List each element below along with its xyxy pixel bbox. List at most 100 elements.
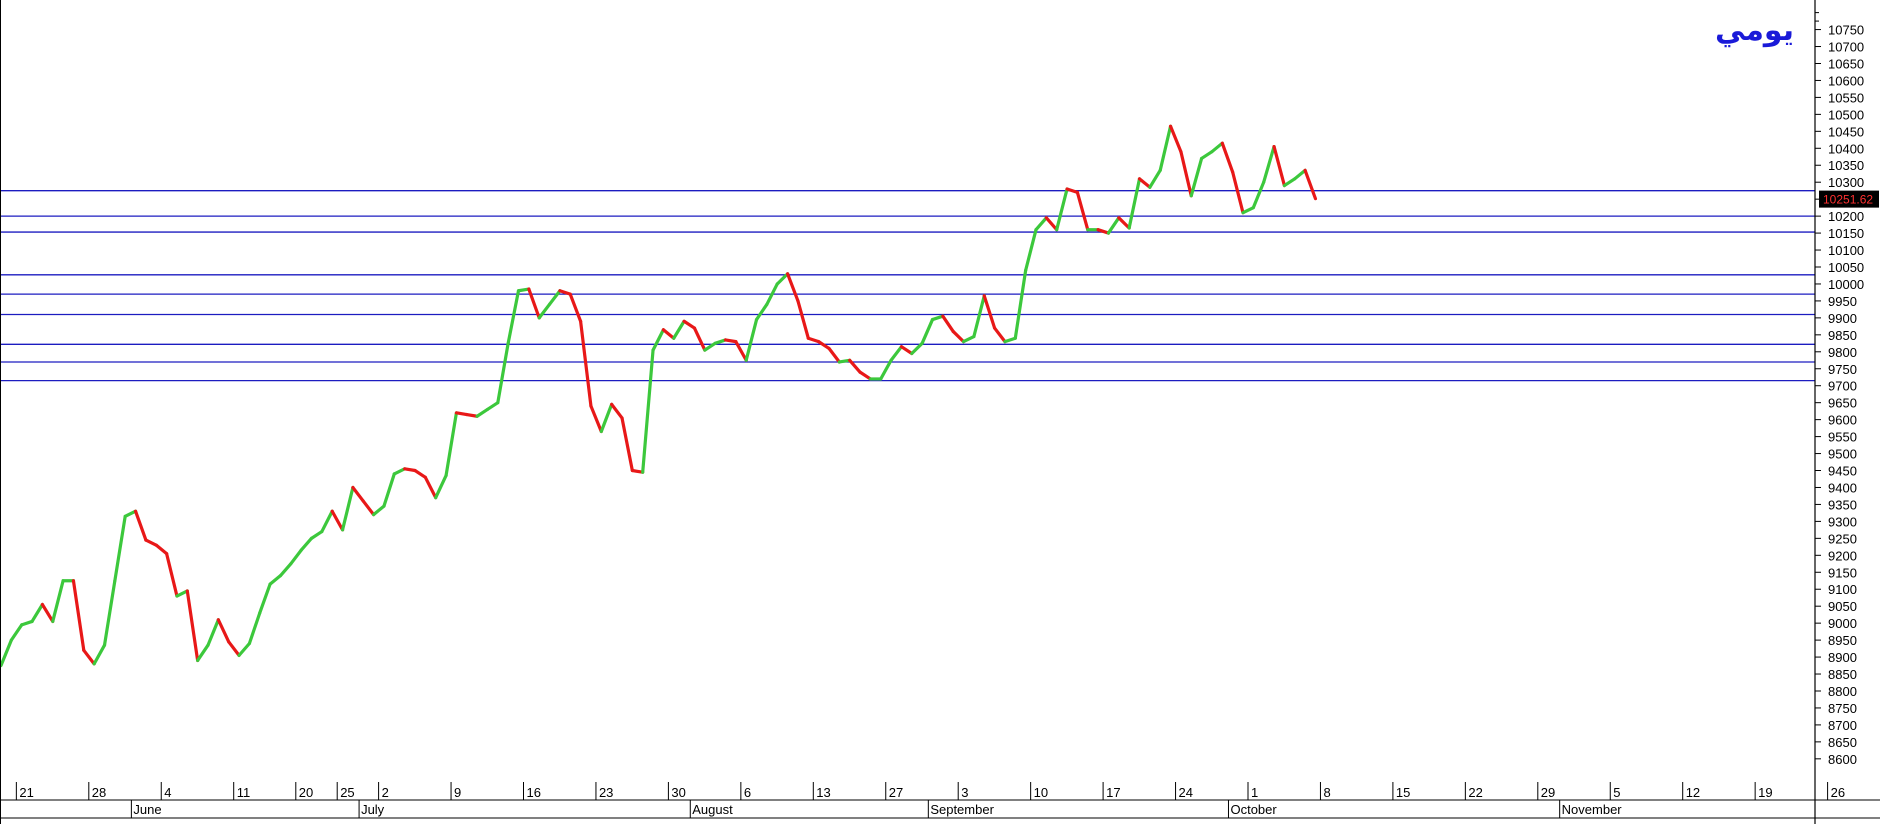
line-segment-up xyxy=(0,638,13,668)
line-segment-up xyxy=(20,619,34,627)
y-tick-label: 9350 xyxy=(1828,497,1857,512)
line-segment-down xyxy=(423,475,438,500)
x-day-label: 23 xyxy=(599,785,613,800)
line-segment-up xyxy=(1148,168,1162,189)
chart-canvas: 8600 8650 8700 8750 8800 8850 8900 8950 9000 9050… xyxy=(0,0,1880,824)
line-segment-down xyxy=(361,499,376,517)
x-day-label: 26 xyxy=(1831,785,1845,800)
line-segment-down xyxy=(227,640,241,657)
y-tick-label: 9250 xyxy=(1828,531,1857,546)
chart-title: يومي xyxy=(1715,13,1794,48)
line-segment-down xyxy=(951,329,966,344)
y-tick-label: 9800 xyxy=(1828,345,1857,360)
line-segment-up xyxy=(1293,168,1307,181)
y-tick-label: 9450 xyxy=(1828,464,1857,479)
line-segment-up xyxy=(237,641,251,657)
x-day-label: 25 xyxy=(340,785,354,800)
line-segment-up xyxy=(879,358,893,381)
line-segment-down xyxy=(1075,190,1090,232)
y-tick-label: 10750 xyxy=(1828,23,1864,38)
line-segment-up xyxy=(299,536,314,552)
line-segment-down xyxy=(1231,170,1245,215)
line-segment-down xyxy=(144,538,158,547)
y-tick-label: 9500 xyxy=(1828,447,1857,462)
x-day-label: 19 xyxy=(1758,785,1772,800)
y-tick-label: 10100 xyxy=(1828,243,1864,258)
x-day-label: 29 xyxy=(1541,785,1555,800)
line-segment-up xyxy=(102,579,117,647)
x-day-label: 5 xyxy=(1613,785,1620,800)
line-segment-down xyxy=(1220,141,1235,174)
x-day-label: 6 xyxy=(744,785,751,800)
stock-line-chart: 8600 8650 8700 8750 8800 8850 8900 8950 9000 9050… xyxy=(0,0,1880,824)
y-axis-ticks: 8600 8650 8700 8750 8800 8850 8900 8950 9000 9050… xyxy=(1815,12,1864,767)
line-segment-up xyxy=(175,589,189,598)
line-segment-down xyxy=(1065,187,1080,194)
line-segment-up xyxy=(1127,177,1142,230)
line-segment-down xyxy=(610,402,624,420)
y-tick-label: 10450 xyxy=(1828,124,1864,139)
line-segment-down xyxy=(827,346,841,364)
line-segment-up xyxy=(1013,268,1028,340)
line-segment-up xyxy=(382,472,396,508)
line-segment-up xyxy=(340,485,355,532)
line-segment-up xyxy=(289,548,303,566)
line-segment-down xyxy=(941,314,955,334)
x-day-label: 15 xyxy=(1396,785,1410,800)
y-tick-label: 10600 xyxy=(1828,73,1864,88)
last-value-text: 10251.62 xyxy=(1823,193,1873,207)
y-tick-label: 10200 xyxy=(1828,209,1864,224)
x-day-label: 27 xyxy=(889,785,903,800)
y-tick-label: 9650 xyxy=(1828,396,1857,411)
x-day-label: 16 xyxy=(527,785,541,800)
y-tick-label: 10550 xyxy=(1828,90,1864,105)
x-day-label: 2 xyxy=(382,785,389,800)
y-tick-label: 8950 xyxy=(1828,633,1857,648)
x-day-label: 10 xyxy=(1034,785,1048,800)
x-day-label: 22 xyxy=(1468,785,1482,800)
line-segment-up xyxy=(123,509,138,518)
line-segment-up xyxy=(92,643,107,666)
line-segment-down xyxy=(982,294,997,330)
y-tick-label: 10150 xyxy=(1828,226,1864,241)
x-day-label: 11 xyxy=(237,785,251,800)
x-day-label: 20 xyxy=(299,785,313,800)
y-tick-label: 9700 xyxy=(1828,379,1857,394)
line-segment-up xyxy=(547,289,562,306)
line-segment-up xyxy=(1024,228,1038,272)
line-segment-up xyxy=(1210,141,1224,154)
line-segment-down xyxy=(154,543,169,556)
line-segment-down xyxy=(620,416,634,473)
y-tick-label: 10300 xyxy=(1828,175,1864,190)
y-tick-label: 9200 xyxy=(1828,548,1857,563)
line-segment-up xyxy=(1158,124,1173,172)
y-tick-label: 8850 xyxy=(1828,667,1857,682)
line-segment-down xyxy=(1117,216,1131,230)
line-segment-up xyxy=(713,338,728,345)
line-segment-up xyxy=(320,509,334,534)
line-segment-up xyxy=(641,348,655,474)
line-segment-down xyxy=(578,319,593,408)
line-segment-up xyxy=(1241,206,1255,215)
line-segment-up xyxy=(506,289,521,345)
line-segment-down xyxy=(858,370,873,381)
line-segment-down xyxy=(133,509,148,542)
line-segment-down xyxy=(806,336,821,344)
y-tick-label: 10500 xyxy=(1828,107,1864,122)
y-tick-label: 9300 xyxy=(1828,514,1857,529)
line-segment-up xyxy=(930,314,945,322)
x-day-label: 24 xyxy=(1179,785,1193,800)
x-day-label: 4 xyxy=(164,785,171,800)
y-tick-label: 9950 xyxy=(1828,294,1857,309)
x-day-label: 13 xyxy=(816,785,830,800)
line-segment-up xyxy=(972,294,986,339)
line-segment-down xyxy=(589,404,603,434)
line-segment-down xyxy=(1044,216,1059,232)
line-segment-down xyxy=(351,485,365,503)
x-day-label: 17 xyxy=(1106,785,1120,800)
line-segment-down xyxy=(165,552,179,598)
line-segment-up xyxy=(1262,144,1276,184)
line-segment-up xyxy=(372,504,386,517)
line-segment-up xyxy=(1055,187,1069,232)
line-segment-up xyxy=(30,602,45,624)
